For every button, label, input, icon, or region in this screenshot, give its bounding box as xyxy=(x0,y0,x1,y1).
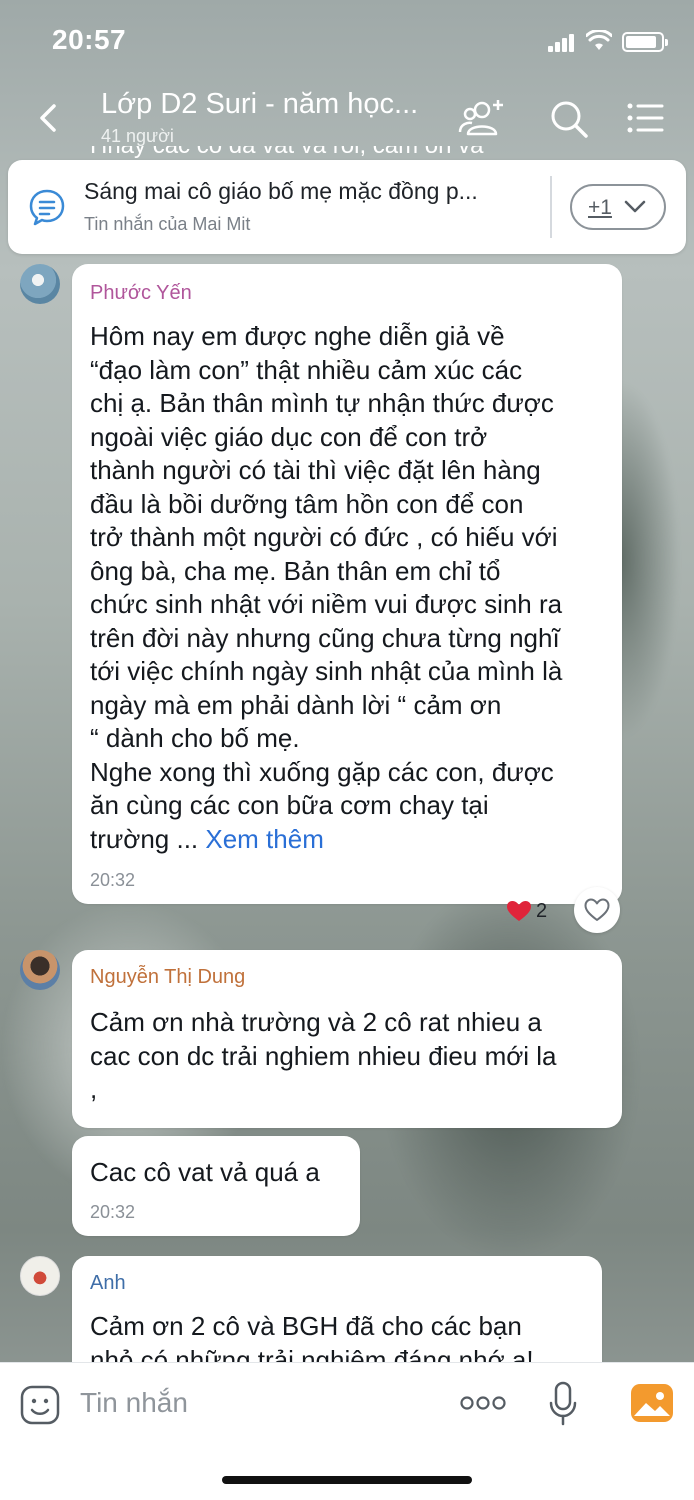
wifi-icon xyxy=(586,30,612,50)
message-bubble[interactable]: Phước Yến Hôm nay em được nghe diễn giả … xyxy=(72,264,622,904)
avatar[interactable] xyxy=(20,264,60,304)
more-icon[interactable] xyxy=(458,1391,508,1415)
message-time: 20:32 xyxy=(90,870,136,890)
back-icon[interactable] xyxy=(30,98,70,138)
see-more-link[interactable]: Xem thêm xyxy=(205,824,324,854)
pinned-message-text: Sáng mai cô giáo bố mẹ mặc đồng p... xyxy=(84,178,478,204)
partial-message: Hnay cac cô đa vat va roi, cam on va xyxy=(90,146,610,160)
sender-name: Anh xyxy=(90,1272,126,1294)
reaction-summary[interactable]: 2 xyxy=(500,892,554,928)
sender-name: Nguyễn Thị Dung xyxy=(90,966,246,988)
divider xyxy=(550,176,552,238)
mic-icon[interactable] xyxy=(548,1381,578,1427)
emoji-icon[interactable] xyxy=(20,1385,60,1425)
pinned-more-label: +1 xyxy=(588,196,612,219)
avatar[interactable] xyxy=(20,1256,60,1296)
sender-name: Phước Yến xyxy=(90,282,192,304)
chat-title[interactable]: Lớp D2 Suri - năm học... xyxy=(101,88,441,121)
heart-icon xyxy=(507,901,531,921)
member-count: 41 người xyxy=(101,126,174,146)
like-icon xyxy=(584,898,610,921)
avatar[interactable] xyxy=(20,950,60,990)
message-text: Cảm ơn nhà trường và 2 cô rat nhieu a ca… xyxy=(90,1007,557,1104)
gallery-icon[interactable] xyxy=(630,1383,674,1423)
chat-header: Lớp D2 Suri - năm học... 41 người Hnay c… xyxy=(0,80,694,158)
pinned-message-icon xyxy=(29,189,65,226)
home-indicator xyxy=(222,1476,472,1484)
message-bubble[interactable]: Cac cô vat vả quá a 20:32 xyxy=(72,1136,360,1236)
menu-icon[interactable] xyxy=(622,96,670,140)
message-time: 20:32 xyxy=(90,1202,136,1222)
message-bubble[interactable]: Nguyễn Thị Dung Cảm ơn nhà trường và 2 c… xyxy=(72,950,622,1128)
like-button[interactable] xyxy=(574,887,620,933)
pinned-more-button[interactable]: +1 xyxy=(570,184,666,230)
chevron-down-icon xyxy=(624,200,646,213)
reaction-count: 2 xyxy=(536,900,548,922)
message-text: Hôm nay em được nghe diễn giả về “đạo là… xyxy=(90,321,563,854)
status-time: 20:57 xyxy=(52,24,127,55)
search-icon[interactable] xyxy=(546,96,594,140)
message-input[interactable] xyxy=(80,1381,440,1425)
battery-icon xyxy=(622,32,668,52)
message-text: Cac cô vat vả quá a xyxy=(90,1157,320,1187)
status-bar: 20:57 xyxy=(0,0,694,80)
pinned-message-banner[interactable]: Sáng mai cô giáo bố mẹ mặc đồng p... Tin… xyxy=(8,160,686,254)
signal-icon xyxy=(548,34,576,52)
add-member-icon[interactable] xyxy=(458,96,506,140)
pinned-message-author: Tin nhắn của Mai Mit xyxy=(84,214,251,234)
